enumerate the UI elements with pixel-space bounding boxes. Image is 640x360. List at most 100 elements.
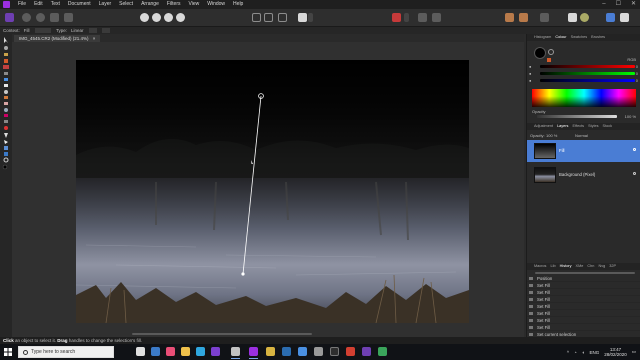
rotate-icon[interactable] [432, 13, 441, 22]
clone-tool-icon[interactable] [4, 96, 8, 99]
paint-brush-tool-icon[interactable] [4, 59, 8, 63]
zoom-tool-icon[interactable] [3, 157, 9, 163]
notifications-icon[interactable]: ▭ [632, 349, 636, 355]
menu-filters[interactable]: Filters [167, 0, 181, 9]
language-indicator[interactable]: ENG [589, 350, 599, 355]
photo-canvas[interactable] [76, 60, 469, 323]
canvas-area[interactable] [12, 42, 524, 337]
gradient-type-dropdown[interactable]: Linear [71, 28, 84, 33]
network-icon[interactable]: ◔ [574, 350, 577, 355]
menu-view[interactable]: View [189, 0, 200, 9]
auto-white-balance-icon[interactable] [176, 13, 185, 22]
colour-mode-dropdown[interactable]: RGB [627, 57, 636, 62]
selection-brush-tool-icon[interactable] [4, 72, 8, 75]
tone-mapping-persona-icon[interactable] [50, 13, 59, 22]
tab-library[interactable]: Lib [551, 264, 556, 268]
marquee-selection-icon[interactable] [252, 13, 261, 22]
gradient-end-handle[interactable] [241, 272, 245, 276]
mirror-horizontal-icon[interactable] [418, 13, 427, 22]
gradient-options-button[interactable] [102, 28, 111, 34]
taskbar-search-input[interactable]: Type here to search [18, 346, 114, 358]
gradient-tool-icon[interactable] [3, 65, 9, 69]
history-item[interactable]: Set Fill [527, 303, 640, 310]
blur-tool-icon[interactable] [4, 108, 8, 112]
develop-persona-icon[interactable] [36, 13, 45, 22]
healing-brush-tool-icon[interactable] [4, 102, 8, 105]
document-tab-close-icon[interactable]: × [93, 36, 96, 41]
task-view-icon[interactable] [136, 347, 145, 356]
menu-text[interactable]: Text [51, 0, 60, 9]
chevron-down-icon[interactable] [308, 13, 313, 22]
tab-history[interactable]: History [560, 264, 572, 268]
text-tool-icon[interactable] [4, 152, 8, 156]
smudge-tool-icon[interactable] [4, 120, 8, 123]
menu-arrange[interactable]: Arrange [141, 0, 159, 9]
layers-opacity-value[interactable]: 100 % [546, 133, 557, 138]
tab-styles[interactable]: Styles [588, 124, 598, 128]
tab-adjustment[interactable]: Adjustment [534, 124, 553, 128]
app3-icon[interactable] [378, 347, 387, 356]
export-persona-icon[interactable] [64, 13, 73, 22]
word-app-icon[interactable] [282, 347, 291, 356]
shape-tool-icon[interactable] [4, 146, 8, 150]
auto-levels-icon[interactable] [140, 13, 149, 22]
windows-start-icon[interactable] [4, 348, 12, 356]
horizontal-scrollbar[interactable] [132, 333, 312, 335]
layer-visibility-icon[interactable] [633, 148, 636, 151]
clock[interactable]: 13:47 28/02/2020 [604, 347, 627, 358]
menu-window[interactable]: Window [207, 0, 225, 9]
tab-histogram[interactable]: Histogram [534, 35, 551, 39]
menu-document[interactable]: Document [68, 0, 91, 9]
terminal-app-icon[interactable] [330, 347, 339, 356]
tab-colour[interactable]: Colour [555, 35, 566, 39]
tray-chevron-icon[interactable]: ^ [567, 350, 569, 355]
volume-icon[interactable]: ◖ [582, 350, 585, 355]
green-value[interactable]: 0 [636, 71, 638, 76]
history-scrubber[interactable] [535, 272, 635, 274]
blue-value[interactable]: 0 [636, 78, 638, 83]
lake-photo[interactable] [76, 60, 469, 323]
history-item[interactable]: Set Fill [527, 310, 640, 317]
arrange-forward-icon[interactable] [505, 13, 514, 22]
affinity-photo-taskbar-icon[interactable] [249, 347, 258, 359]
tab-32bit-preview[interactable]: 32P [609, 264, 616, 268]
minimize-button[interactable]: – [602, 0, 605, 9]
menu-edit[interactable]: Edit [34, 0, 43, 9]
view-tool-icon[interactable] [4, 46, 8, 50]
snapping-icon[interactable] [392, 13, 401, 22]
blue-slider[interactable] [540, 79, 635, 82]
opacity-slider[interactable] [537, 115, 617, 118]
tab-macros[interactable]: Macros [534, 264, 546, 268]
history-item[interactable]: Set Fill [527, 289, 640, 296]
layer-visibility-icon[interactable] [633, 172, 636, 175]
tab-effects[interactable]: Effects [573, 124, 585, 128]
app-icon[interactable] [231, 347, 240, 359]
menu-layer[interactable]: Layer [99, 0, 112, 9]
folder-app-icon[interactable] [266, 347, 275, 356]
colour-picker-tool-icon[interactable] [4, 53, 8, 56]
arrange-back-icon[interactable] [519, 13, 528, 22]
document-tab[interactable]: IMG_4545.CR2 (Modified) (21.4%) × [14, 35, 101, 42]
edge-browser-icon[interactable] [196, 347, 205, 356]
layer-row-fill[interactable]: Fill [527, 140, 640, 162]
red-eye-tool-icon[interactable] [4, 126, 8, 130]
context-value-dropdown[interactable]: Fill [24, 28, 30, 33]
dodge-tool-icon[interactable] [4, 90, 8, 94]
layer-row-background[interactable]: Background (Pixel) [527, 164, 640, 186]
tab-transform[interactable]: XMe [576, 264, 584, 268]
colour-spectrum[interactable] [532, 89, 636, 107]
history-item[interactable]: Set Fill [527, 282, 640, 289]
tab-stock[interactable]: Stock [603, 124, 613, 128]
close-window-button[interactable]: ✕ [631, 0, 636, 9]
colour-picker-icon[interactable] [547, 58, 551, 62]
file-explorer-icon[interactable] [181, 347, 190, 356]
move-tool-icon[interactable] [4, 37, 8, 43]
photos-app-icon[interactable] [166, 347, 175, 356]
app2-icon[interactable] [298, 347, 307, 356]
red-slider[interactable] [540, 65, 635, 68]
foreground-colour-icon[interactable] [2, 164, 8, 170]
history-item[interactable]: Set Fill [527, 296, 640, 303]
align-icon[interactable] [540, 13, 549, 22]
opacity-value[interactable]: 100 % [625, 114, 636, 119]
studio-icon[interactable] [606, 13, 615, 22]
